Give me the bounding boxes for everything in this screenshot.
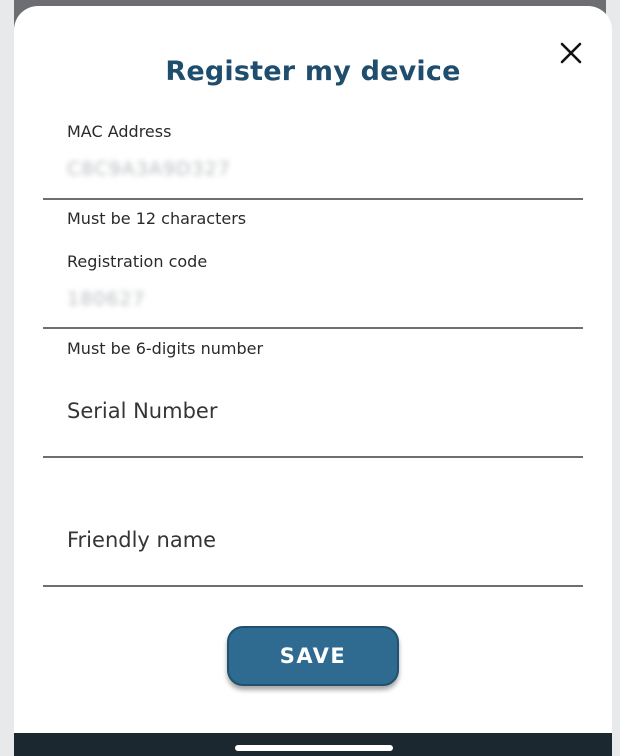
mac-address-label: MAC Address <box>67 122 172 141</box>
registration-code-field[interactable]: 180627 <box>67 288 146 310</box>
friendly-name-field[interactable]: Friendly name <box>67 528 216 552</box>
registration-code-underline <box>43 327 583 329</box>
screen-edge-left <box>0 0 14 756</box>
save-button[interactable]: SAVE <box>227 626 399 686</box>
mac-address-underline <box>43 198 583 200</box>
friendly-name-underline <box>43 585 583 587</box>
registration-code-label: Registration code <box>67 252 208 271</box>
serial-number-underline <box>43 456 583 458</box>
mac-address-helper: Must be 12 characters <box>67 209 247 228</box>
dialog-title: Register my device <box>165 56 461 87</box>
home-indicator[interactable] <box>235 745 393 751</box>
mac-address-field[interactable]: C8C9A3A9D327 <box>67 158 231 180</box>
register-device-dialog: Register my device MAC Address C8C9A3A9D… <box>14 6 612 746</box>
registration-code-helper: Must be 6-digits number <box>67 339 264 358</box>
serial-number-field[interactable]: Serial Number <box>67 399 217 423</box>
